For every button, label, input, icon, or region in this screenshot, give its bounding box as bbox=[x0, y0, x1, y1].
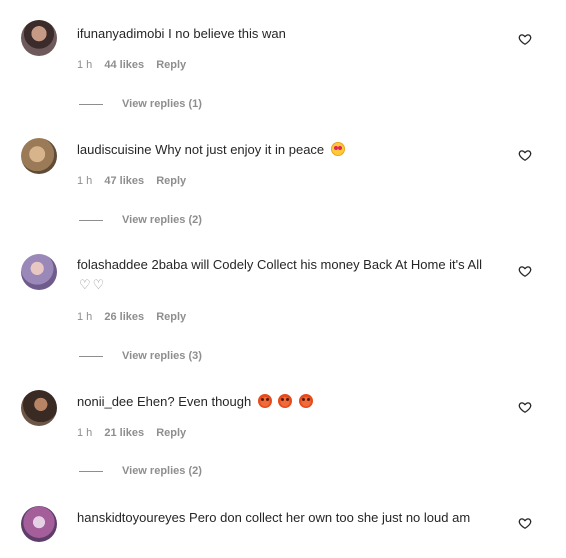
comment-item: ifunanyadimobi I no believe this wan 1 h… bbox=[0, 0, 566, 118]
comment-text: 2baba will Codely Collect his money Back… bbox=[151, 257, 482, 272]
avatar[interactable] bbox=[21, 390, 57, 426]
comment-time: 1 h bbox=[77, 427, 93, 439]
comment-item: laudiscuisine Why not just enjoy it in p… bbox=[0, 118, 566, 234]
comment-body: hanskidtoyoureyes Pero don collect her o… bbox=[77, 508, 497, 528]
reply-button[interactable]: Reply bbox=[156, 311, 186, 323]
heart-eyes-emoji-icon bbox=[330, 142, 345, 156]
reply-button[interactable]: Reply bbox=[156, 427, 186, 439]
comment-body: laudiscuisine Why not just enjoy it in p… bbox=[77, 140, 497, 160]
view-replies-button[interactable]: View replies (2) bbox=[79, 213, 202, 227]
comment-meta: 1 h 44 likes Reply bbox=[77, 58, 195, 72]
comment-meta: 1 h 21 likes Reply bbox=[77, 426, 195, 440]
astonished-emoji-icon bbox=[278, 394, 293, 408]
comment-item: folashaddee 2baba will Codely Collect hi… bbox=[0, 234, 566, 370]
replies-divider bbox=[79, 470, 103, 472]
avatar[interactable] bbox=[21, 506, 57, 542]
heart-outline-icon[interactable] bbox=[518, 400, 532, 414]
comment-time: 1 h bbox=[77, 59, 93, 71]
comment-text: Ehen? Even though bbox=[137, 394, 252, 409]
reply-button[interactable]: Reply bbox=[156, 59, 186, 71]
view-replies-label: View replies (3) bbox=[122, 350, 202, 362]
comment-text: Pero don collect her own too she just no… bbox=[189, 510, 471, 525]
comment-meta: 1 h 26 likes Reply bbox=[77, 310, 195, 324]
view-replies-label: View replies (2) bbox=[122, 214, 202, 226]
comment-likes[interactable]: 21 likes bbox=[104, 427, 144, 439]
view-replies-button[interactable]: View replies (1) bbox=[79, 97, 202, 111]
white-heart-emoji-icon: ♡ bbox=[79, 277, 91, 292]
heart-outline-icon[interactable] bbox=[518, 32, 532, 46]
comment-text: Why not just enjoy it in peace bbox=[155, 142, 325, 157]
replies-divider bbox=[79, 219, 103, 221]
astonished-emoji-icon bbox=[257, 394, 272, 408]
replies-divider bbox=[79, 355, 103, 357]
comment-time: 1 h bbox=[77, 175, 93, 187]
comment-item: hanskidtoyoureyes Pero don collect her o… bbox=[0, 486, 566, 558]
avatar[interactable] bbox=[21, 20, 57, 56]
comment-body: folashaddee 2baba will Codely Collect hi… bbox=[77, 255, 497, 295]
comment-likes[interactable]: 44 likes bbox=[104, 59, 144, 71]
heart-outline-icon[interactable] bbox=[518, 264, 532, 278]
comment-username[interactable]: ifunanyadimobi bbox=[77, 26, 164, 41]
heart-outline-icon[interactable] bbox=[518, 148, 532, 162]
comment-text: I no believe this wan bbox=[168, 26, 286, 41]
reply-button[interactable]: Reply bbox=[156, 175, 186, 187]
comment-body: nonii_dee Ehen? Even though bbox=[77, 392, 497, 412]
comment-meta: 1 h 47 likes Reply bbox=[77, 174, 195, 188]
comment-likes[interactable]: 26 likes bbox=[104, 311, 144, 323]
comments-list: ifunanyadimobi I no believe this wan 1 h… bbox=[0, 0, 566, 558]
comment-item: nonii_dee Ehen? Even though 1 h 21 likes… bbox=[0, 370, 566, 486]
avatar[interactable] bbox=[21, 254, 57, 290]
comment-time: 1 h bbox=[77, 311, 93, 323]
white-heart-emoji-icon: ♡ bbox=[92, 277, 105, 292]
comment-body: ifunanyadimobi I no believe this wan bbox=[77, 24, 497, 44]
view-replies-label: View replies (2) bbox=[122, 465, 202, 477]
view-replies-button[interactable]: View replies (2) bbox=[79, 464, 202, 478]
comment-username[interactable]: nonii_dee bbox=[77, 394, 133, 409]
comment-username[interactable]: laudiscuisine bbox=[77, 142, 151, 157]
avatar[interactable] bbox=[21, 138, 57, 174]
astonished-emoji-icon bbox=[299, 394, 314, 408]
replies-divider bbox=[79, 103, 103, 105]
comment-username[interactable]: folashaddee bbox=[77, 257, 148, 272]
view-replies-label: View replies (1) bbox=[122, 98, 202, 110]
comment-likes[interactable]: 47 likes bbox=[104, 175, 144, 187]
heart-outline-icon[interactable] bbox=[518, 516, 532, 530]
comment-username[interactable]: hanskidtoyoureyes bbox=[77, 510, 185, 525]
view-replies-button[interactable]: View replies (3) bbox=[79, 349, 202, 363]
